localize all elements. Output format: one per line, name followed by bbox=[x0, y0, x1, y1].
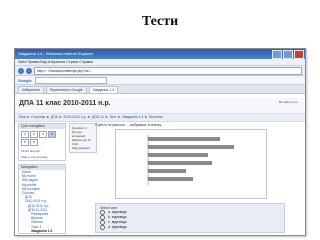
bar bbox=[148, 145, 234, 149]
google-logo: Google bbox=[18, 77, 32, 83]
new-preview-link[interactable]: Start a new preview bbox=[19, 154, 65, 160]
question-status: Not yet answered bbox=[72, 130, 86, 138]
web-page: ДПА 11 клас 2010-2011 н.р. Ви зайшли як … bbox=[15, 98, 305, 235]
tab-quiz[interactable]: Завдання 1.4 bbox=[88, 86, 119, 93]
bar bbox=[148, 153, 208, 157]
back-icon[interactable]: ‹ bbox=[18, 67, 24, 74]
question-number-button[interactable]: 3 bbox=[39, 131, 47, 138]
nav-item[interactable]: Завдання 1.4 bbox=[19, 229, 65, 233]
tab-favorites[interactable]: Избранное bbox=[18, 86, 44, 93]
navigation-list: Home My home Site pages My profile My module… bbox=[19, 170, 65, 233]
question-marks: Marked out of 1.00 bbox=[72, 138, 91, 146]
browser-screenshot: Завдання 1.4 - Windows Internet Explorer… bbox=[14, 48, 306, 236]
radio-button[interactable] bbox=[100, 225, 105, 230]
site-header: ДПА 11 клас 2010-2011 н.р. Ви зайшли як … bbox=[15, 98, 305, 114]
question-number-button[interactable]: 1 bbox=[21, 131, 29, 138]
google-toolbar: Google bbox=[15, 76, 305, 85]
forward-icon[interactable]: › bbox=[26, 67, 32, 74]
bar bbox=[148, 169, 186, 173]
tab-strip: Избранное Переглянуть Google Завдання 1.… bbox=[15, 85, 305, 94]
bar bbox=[148, 137, 220, 141]
bar bbox=[148, 177, 193, 181]
url-input[interactable]: http://.../mod/quiz/attempt.php?id=... bbox=[34, 66, 302, 75]
left-column: Quiz navigation 1 2 3 4 5 6 Finish attem… bbox=[18, 123, 66, 235]
navigation-block: Navigation Home My home Site pages My profi… bbox=[18, 164, 66, 235]
question-text: Оцініть потужність ... вибравши зі списк… bbox=[95, 123, 162, 127]
question-number-button[interactable]: 5 bbox=[21, 139, 29, 146]
question-number-button[interactable]: 2 bbox=[30, 131, 38, 138]
chart-plot bbox=[147, 135, 234, 185]
question-content: Оцініть потужність ... вибравши зі списк… bbox=[95, 123, 301, 233]
menu-bar[interactable]: Файл Правка Вид Избранное Сервис Справка bbox=[15, 59, 305, 66]
address-bar: ‹ › http://.../mod/quiz/attempt.php?id=.… bbox=[15, 66, 305, 76]
answer-option-label: d. відповідь bbox=[108, 225, 127, 229]
quiz-navigation-block: Quiz navigation 1 2 3 4 5 6 Finish attem… bbox=[18, 123, 66, 161]
question-number-button[interactable]: 6 bbox=[30, 139, 38, 146]
question-number-list: 1 2 3 4 5 6 bbox=[19, 129, 65, 148]
minimize-button[interactable] bbox=[272, 50, 282, 59]
google-search-input[interactable] bbox=[34, 76, 107, 84]
tab-google[interactable]: Переглянуть Google bbox=[45, 86, 87, 93]
question-number-button[interactable]: 4 bbox=[48, 131, 56, 138]
breadcrumb[interactable]: Моя ► Сторінки ► ДПА ► 2010-2011 н.р. ► … bbox=[15, 114, 305, 122]
flag-question-link[interactable]: Flag question bbox=[72, 146, 94, 150]
window-titlebar: Завдання 1.4 - Windows Internet Explorer bbox=[15, 49, 305, 59]
window-title: Завдання 1.4 - Windows Internet Explorer bbox=[18, 51, 93, 56]
answer-options: а. відповідь b. відповідь c. відповідь d. в… bbox=[100, 210, 280, 230]
window-controls bbox=[272, 50, 304, 59]
site-title: ДПА 11 клас 2010-2011 н.р. bbox=[19, 100, 111, 107]
slide-title: Тести bbox=[141, 14, 179, 29]
answer-option[interactable]: d. відповідь bbox=[100, 225, 280, 230]
bar bbox=[148, 161, 212, 165]
maximize-button[interactable] bbox=[283, 50, 293, 59]
login-info[interactable]: Ви зайшли як ... bbox=[279, 100, 301, 104]
answer-box: Select one: а. відповідь b. відповідь c. в… bbox=[95, 203, 285, 233]
bar-chart bbox=[115, 129, 267, 199]
question-info-box: Question 4 Not yet answered Marked out o… bbox=[69, 123, 97, 153]
close-button[interactable] bbox=[294, 50, 304, 59]
